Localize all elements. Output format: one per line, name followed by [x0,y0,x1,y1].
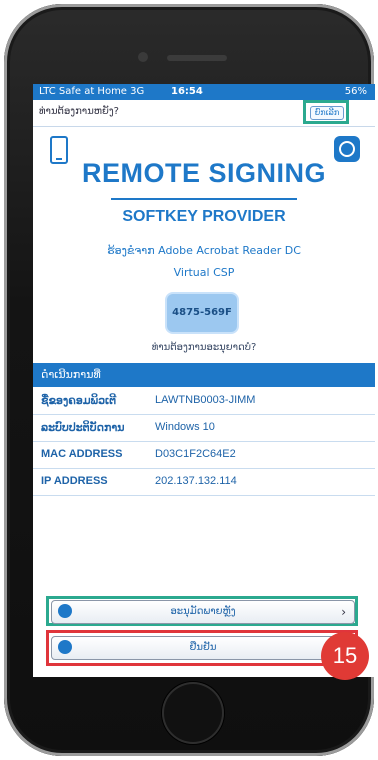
step-number-badge: 15 [321,632,369,680]
info-key: IP ADDRESS [41,475,108,487]
cancel-highlight: ຍົກເລີກ [303,100,349,124]
info-key: MAC ADDRESS [41,448,123,460]
info-key: ຊື່ຂອງຄອມພິວເຕີ [41,395,117,407]
phone-frame: LTC Safe at Home 3G 16:54 56% ທ່ານຕ້ອງກາ… [4,4,375,756]
info-row: ລະບົບປະຕິບັດການ Windows 10 [33,414,375,442]
chevron-right-icon: › [341,605,346,619]
clock: 16:54 [171,86,203,97]
clock-icon [58,604,72,618]
allow-prompt: ທ່ານຕ້ອງການອະນຸຍາດບໍ? [151,342,257,353]
touch-icon [58,640,72,654]
page-subtitle: SOFTKEY PROVIDER [122,208,286,225]
verification-code-box: 4875-569F [167,294,237,332]
title-divider [111,198,297,200]
request-source: ຮ້ອງຂໍຈາກ Adobe Acrobat Reader DC [107,244,301,257]
allow-later-label: ອະນຸມັດພາຍຫຼັງ [170,606,236,617]
info-value: LAWTNB0003-JIMM [155,394,256,406]
info-row: ຊື່ຂອງຄອມພິວເຕີ LAWTNB0003-JIMM [33,387,375,415]
info-key: ລະບົບປະຕິບັດການ [41,422,125,434]
csp-label: Virtual CSP [173,266,235,279]
info-row: IP ADDRESS 202.137.132.114 [33,468,375,496]
confirm-label: ຢືນຢັນ [189,642,217,653]
carrier-label: LTC Safe at Home 3G [39,86,145,97]
info-value: Windows 10 [155,421,215,433]
app-screen: LTC Safe at Home 3G 16:54 56% ທ່ານຕ້ອງກາ… [33,84,375,677]
cancel-button[interactable]: ຍົກເລີກ [310,106,344,120]
camera-dot [138,52,148,62]
info-row: MAC ADDRESS D03C1F2C64E2 [33,441,375,469]
info-value: 202.137.132.114 [155,475,237,487]
settings-icon [339,141,355,157]
battery-level: 56% [344,86,367,97]
verification-code: 4875-569F [172,307,232,318]
topbar-question: ທ່ານຕ້ອງການຫຍັງ? [39,106,119,117]
section-header: ດຳເນີນການທີ່ [33,363,375,387]
home-button[interactable] [162,682,224,744]
page-title: REMOTE SIGNING [81,158,326,188]
top-bar: ທ່ານຕ້ອງການຫຍັງ? ຍົກເລີກ [33,100,375,127]
info-value: D03C1F2C64E2 [155,448,236,460]
status-bar: LTC Safe at Home 3G 16:54 56% [33,84,375,100]
allow-later-button[interactable]: ອະນຸມັດພາຍຫຼັງ › [51,600,355,624]
confirm-button[interactable]: ຢືນຢັນ [51,636,355,660]
speaker-slot [167,55,227,61]
